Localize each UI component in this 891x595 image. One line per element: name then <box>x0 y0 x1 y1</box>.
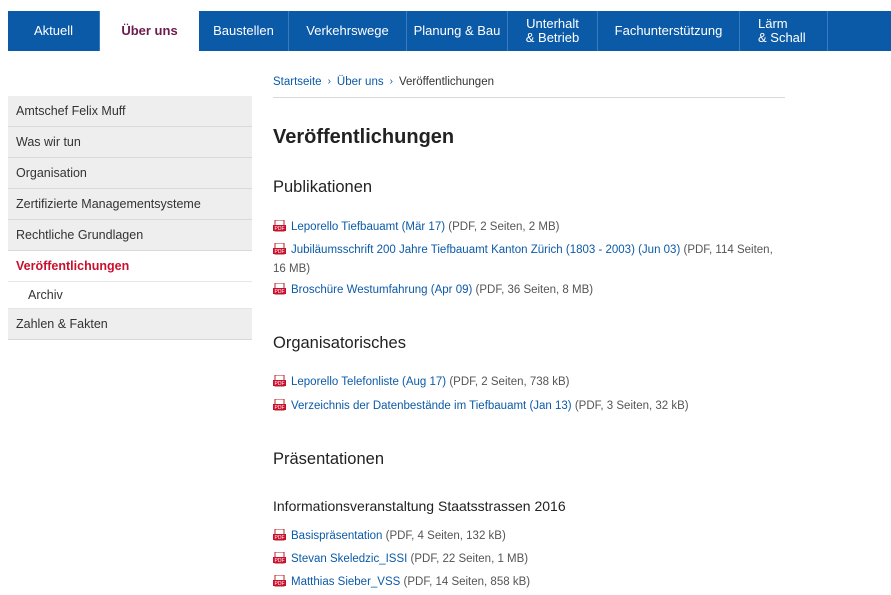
page-title: Veröffentlichungen <box>273 126 455 148</box>
pdf-meta: (PDF, 22 Seiten, 1 MB) <box>407 553 529 565</box>
pdf-file-icon: PDF <box>273 220 286 232</box>
list-item: PDF Stevan Skeledzic_ISSI (PDF, 22 Seiten… <box>273 550 785 569</box>
list-item: PDF Basispräsentation (PDF, 4 Seiten, 132… <box>273 527 785 546</box>
sidebar-item-was-wir-tun[interactable]: Was wir tun <box>8 127 252 158</box>
pdf-link[interactable]: Leporello Tiefbauamt (Mär 17) <box>291 221 445 233</box>
pdf-link[interactable]: Matthias Sieber_VSS <box>291 576 400 588</box>
pdf-file-icon: PDF <box>273 375 286 387</box>
nav-item-label: Baustellen <box>213 23 274 38</box>
sidebar-item-label: Veröffentlichungen <box>16 259 130 273</box>
svg-text:PDF: PDF <box>275 405 285 411</box>
sidebar-item-label: Zahlen & Fakten <box>16 317 108 331</box>
svg-text:PDF: PDF <box>275 289 285 295</box>
nav-item-label: Über uns <box>121 23 178 38</box>
nav-item-aktuell[interactable]: Aktuell <box>8 11 100 51</box>
pdf-meta: (PDF, 36 Seiten, 8 MB) <box>472 284 594 296</box>
sidebar-item-amtschef[interactable]: Amtschef Felix Muff <box>8 96 252 127</box>
pdf-meta: (PDF, 2 Seiten, 2 MB) <box>445 221 560 233</box>
sidebar-item-organisation[interactable]: Organisation <box>8 158 252 189</box>
pdf-link[interactable]: Basispräsentation <box>291 530 382 542</box>
list-item: PDF Verzeichnis der Datenbestände im Tief… <box>273 397 785 416</box>
pdf-link[interactable]: Leporello Telefonliste (Aug 17) <box>291 376 446 388</box>
pdf-file-icon: PDF <box>273 529 286 541</box>
breadcrumb-current: Veröffentlichungen <box>398 76 494 88</box>
section-heading-praesentationen: Präsentationen <box>273 450 384 468</box>
list-item: PDF Leporello Tiefbauamt (Mär 17) (PDF, 2… <box>273 218 785 237</box>
nav-item-unterhalt-betrieb[interactable]: Unterhalt & Betrieb <box>508 11 598 51</box>
top-navigation: Aktuell Über uns Baustellen Verkehrswege… <box>0 0 891 51</box>
sidebar-item-zahlen-fakten[interactable]: Zahlen & Fakten <box>8 309 252 340</box>
sidebar-item-archiv[interactable]: Archiv <box>8 282 252 309</box>
nav-item-fachunterstuetzung[interactable]: Fachunterstützung <box>598 11 740 51</box>
sidebar-item-label: Organisation <box>16 166 87 180</box>
nav-item-label: Lärm & Schall <box>758 16 806 45</box>
pdf-file-icon: PDF <box>273 552 286 564</box>
nav-item-label: Unterhalt & Betrieb <box>525 16 580 45</box>
nav-item-planung-bau[interactable]: Planung & Bau <box>407 11 508 51</box>
pdf-link[interactable]: Stevan Skeledzic_ISSI <box>291 553 407 565</box>
pdf-link[interactable]: Jubiläumsschrift 200 Jahre Tiefbauamt Ka… <box>291 244 680 256</box>
breadcrumb-link-ueber-uns[interactable]: Über uns <box>337 76 384 88</box>
breadcrumb: Startseite › Über uns › Veröffentlichung… <box>273 72 785 98</box>
pdf-file-icon: PDF <box>273 575 286 587</box>
nav-item-label: Aktuell <box>33 23 74 38</box>
breadcrumb-separator: › <box>327 76 331 87</box>
sidebar-item-veroeffentlichungen[interactable]: Veröffentlichungen <box>8 251 252 282</box>
main-content: Startseite › Über uns › Veröffentlichung… <box>273 72 785 588</box>
sidebar-nav: Amtschef Felix Muff Was wir tun Organisa… <box>8 96 252 340</box>
list-item: PDF Jubiläumsschrift 200 Jahre Tiefbauamt… <box>273 241 788 279</box>
nav-item-ueber-uns[interactable]: Über uns <box>100 11 199 51</box>
nav-item-baustellen[interactable]: Baustellen <box>199 11 289 51</box>
sidebar-item-rechtliche-grundlagen[interactable]: Rechtliche Grundlagen <box>8 220 252 251</box>
subsection-heading: Informationsveranstaltung Staatsstrassen… <box>273 498 566 514</box>
nav-item-more <box>828 11 891 51</box>
sidebar-item-managementsysteme[interactable]: Zertifizierte Managementsysteme <box>8 189 252 220</box>
list-item: PDF Broschüre Westumfahrung (Apr 09) (PDF… <box>273 281 785 300</box>
pdf-file-icon: PDF <box>273 283 286 295</box>
pdf-file-icon: PDF <box>273 243 286 255</box>
pdf-file-icon: PDF <box>273 399 286 411</box>
pdf-meta: (PDF, 2 Seiten, 738 kB) <box>446 376 570 388</box>
nav-item-laerm-schall[interactable]: Lärm & Schall <box>740 11 828 51</box>
sidebar-item-label: Rechtliche Grundlagen <box>16 228 144 242</box>
svg-text:PDF: PDF <box>275 558 285 564</box>
nav-item-verkehrswege[interactable]: Verkehrswege <box>289 11 407 51</box>
list-item: PDF Leporello Telefonliste (Aug 17) (PDF,… <box>273 373 785 392</box>
sidebar-item-label: Amtschef Felix Muff <box>16 104 126 118</box>
pdf-meta: (PDF, 3 Seiten, 32 kB) <box>571 400 689 412</box>
svg-text:PDF: PDF <box>275 581 285 587</box>
svg-text:PDF: PDF <box>275 381 285 387</box>
section-heading-organisatorisches: Organisatorisches <box>273 334 406 352</box>
sidebar-item-label: Was wir tun <box>16 135 81 149</box>
sidebar-item-label: Zertifizierte Managementsysteme <box>16 197 201 211</box>
pdf-meta: (PDF, 4 Seiten, 132 kB) <box>382 530 506 542</box>
breadcrumb-link-startseite[interactable]: Startseite <box>273 76 322 88</box>
section-heading-publikationen: Publikationen <box>273 178 373 196</box>
nav-item-label: Planung & Bau <box>413 23 501 38</box>
nav-item-label: Fachunterstützung <box>614 23 723 38</box>
svg-text:PDF: PDF <box>275 226 285 232</box>
main-nav-bar: Aktuell Über uns Baustellen Verkehrswege… <box>8 11 891 51</box>
nav-item-label: Verkehrswege <box>306 23 389 38</box>
svg-text:PDF: PDF <box>275 535 285 541</box>
pdf-link[interactable]: Verzeichnis der Datenbestände im Tiefbau… <box>291 400 572 412</box>
svg-text:PDF: PDF <box>275 249 285 255</box>
breadcrumb-separator: › <box>389 76 393 87</box>
sidebar-item-label: Archiv <box>28 288 63 302</box>
list-item: PDF Matthias Sieber_VSS (PDF, 14 Seiten, … <box>273 573 785 592</box>
pdf-link[interactable]: Broschüre Westumfahrung (Apr 09) <box>291 284 472 296</box>
pdf-meta: (PDF, 14 Seiten, 858 kB) <box>400 576 531 588</box>
